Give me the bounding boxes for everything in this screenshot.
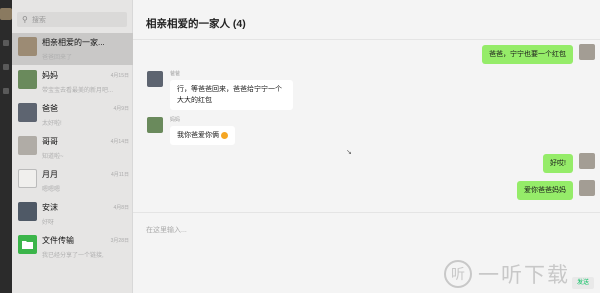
chat-title: 相亲相爱的一家人 (4) — [146, 18, 246, 30]
conversation-item-anmo[interactable]: 安沫 4月8日 好呀 — [12, 198, 133, 230]
conversation-time: 4月14日 — [110, 139, 129, 145]
search-input[interactable]: ⚲ 搜索 — [17, 12, 127, 27]
conversation-time: 4月15日 — [110, 73, 129, 79]
avatar — [18, 70, 37, 89]
avatar — [18, 136, 37, 155]
message-text: 我你爸爱你俩 — [177, 132, 219, 139]
conversation-preview: 我已经分享了一个链接, — [42, 253, 104, 259]
conversation-preview: 爸爸回来了 — [42, 55, 73, 61]
composer-placeholder: 在这里输入... — [146, 227, 187, 234]
conversation-name: 月月 — [42, 170, 58, 179]
conversation-item-dad[interactable]: 爸爸 4月9日 太好啦! — [12, 99, 133, 131]
conversation-preview: 好呀 — [42, 220, 55, 226]
smile-emoji-icon — [221, 131, 228, 139]
my-avatar[interactable] — [579, 180, 595, 196]
conversation-item-mom[interactable]: 妈妈 4月15日 带宝宝去看最美的新月吧... — [12, 66, 133, 98]
conversation-item-yueyue[interactable]: 月月 4月11日 嗯嗯嗯 — [12, 165, 133, 197]
chat-header: 相亲相爱的一家人 (4) — [133, 0, 600, 40]
conversation-name: 相亲相爱的一家... — [42, 38, 105, 47]
user-avatar[interactable] — [0, 8, 12, 20]
conversation-item-brother[interactable]: 哥哥 4月14日 知道啦~ — [12, 132, 133, 164]
conversation-time: 4月9日 — [113, 106, 129, 112]
watermark-logo: 听 — [444, 259, 472, 288]
sender-avatar[interactable] — [147, 117, 163, 133]
chat-nav-icon[interactable] — [3, 40, 9, 46]
conversation-name: 爸爸 — [42, 104, 58, 113]
avatar — [18, 202, 37, 221]
contacts-nav-icon[interactable] — [3, 64, 9, 70]
search-placeholder: 搜索 — [31, 16, 46, 24]
search-icon: ⚲ — [22, 15, 28, 24]
watermark: 听 一听下载 — [444, 254, 600, 293]
sender-avatar[interactable] — [147, 71, 163, 87]
chat-panel: 相亲相爱的一家人 (4) 爸爸，宁宁也要一个红包 爸爸 行，等爸爸回来，爸爸给宁… — [133, 0, 600, 293]
conversation-name: 文件传输 — [42, 236, 74, 245]
favorites-nav-icon[interactable] — [3, 88, 9, 94]
my-avatar[interactable] — [579, 153, 595, 169]
mouse-cursor-icon: ↘ — [346, 149, 352, 156]
left-nav-bar — [0, 0, 12, 293]
conversation-time: 3月28日 — [110, 238, 129, 244]
conversation-preview: 带宝宝去看最美的新月吧... — [42, 88, 114, 94]
conversation-preview: 知道啦~ — [42, 154, 64, 160]
avatar — [18, 37, 37, 56]
folder-icon — [18, 235, 37, 254]
message-bubble[interactable]: 好哎! — [543, 154, 573, 173]
conversation-item-file-transfer[interactable]: 文件传输 3月28日 我已经分享了一个链接, — [12, 231, 133, 263]
message-list[interactable]: 爸爸，宁宁也要一个红包 爸爸 行，等爸爸回来，爸爸给宁宁一个大大的红包 妈妈 我… — [133, 40, 600, 212]
conversation-name: 哥哥 — [42, 137, 58, 146]
message-bubble[interactable]: 我你爸爱你俩 — [170, 126, 235, 145]
avatar — [18, 103, 37, 122]
sender-name: 爸爸 — [170, 71, 181, 77]
conversation-time: 4月8日 — [113, 205, 129, 211]
conversation-time: 4月11日 — [111, 172, 129, 178]
my-avatar[interactable] — [579, 44, 595, 60]
conversation-preview: 太好啦! — [42, 121, 62, 127]
message-bubble[interactable]: 爱你爸爸妈妈 — [517, 181, 573, 200]
conversation-item-family-group[interactable]: 相亲相爱的一家... 爸爸回来了 — [12, 33, 133, 65]
conversation-name: 安沫 — [42, 203, 58, 212]
conversation-preview: 嗯嗯嗯 — [42, 187, 61, 193]
sender-name: 妈妈 — [170, 117, 181, 123]
watermark-text: 一听下载 — [478, 262, 570, 287]
message-bubble[interactable]: 爸爸，宁宁也要一个红包 — [482, 45, 573, 64]
conversation-sidebar: ⚲ 搜索 相亲相爱的一家... 爸爸回来了 妈妈 4月15日 带宝宝去看最美的新… — [12, 0, 133, 293]
conversation-name: 妈妈 — [42, 71, 58, 80]
message-bubble[interactable]: 行，等爸爸回来，爸爸给宁宁一个大大的红包 — [170, 80, 293, 110]
avatar — [18, 169, 37, 188]
